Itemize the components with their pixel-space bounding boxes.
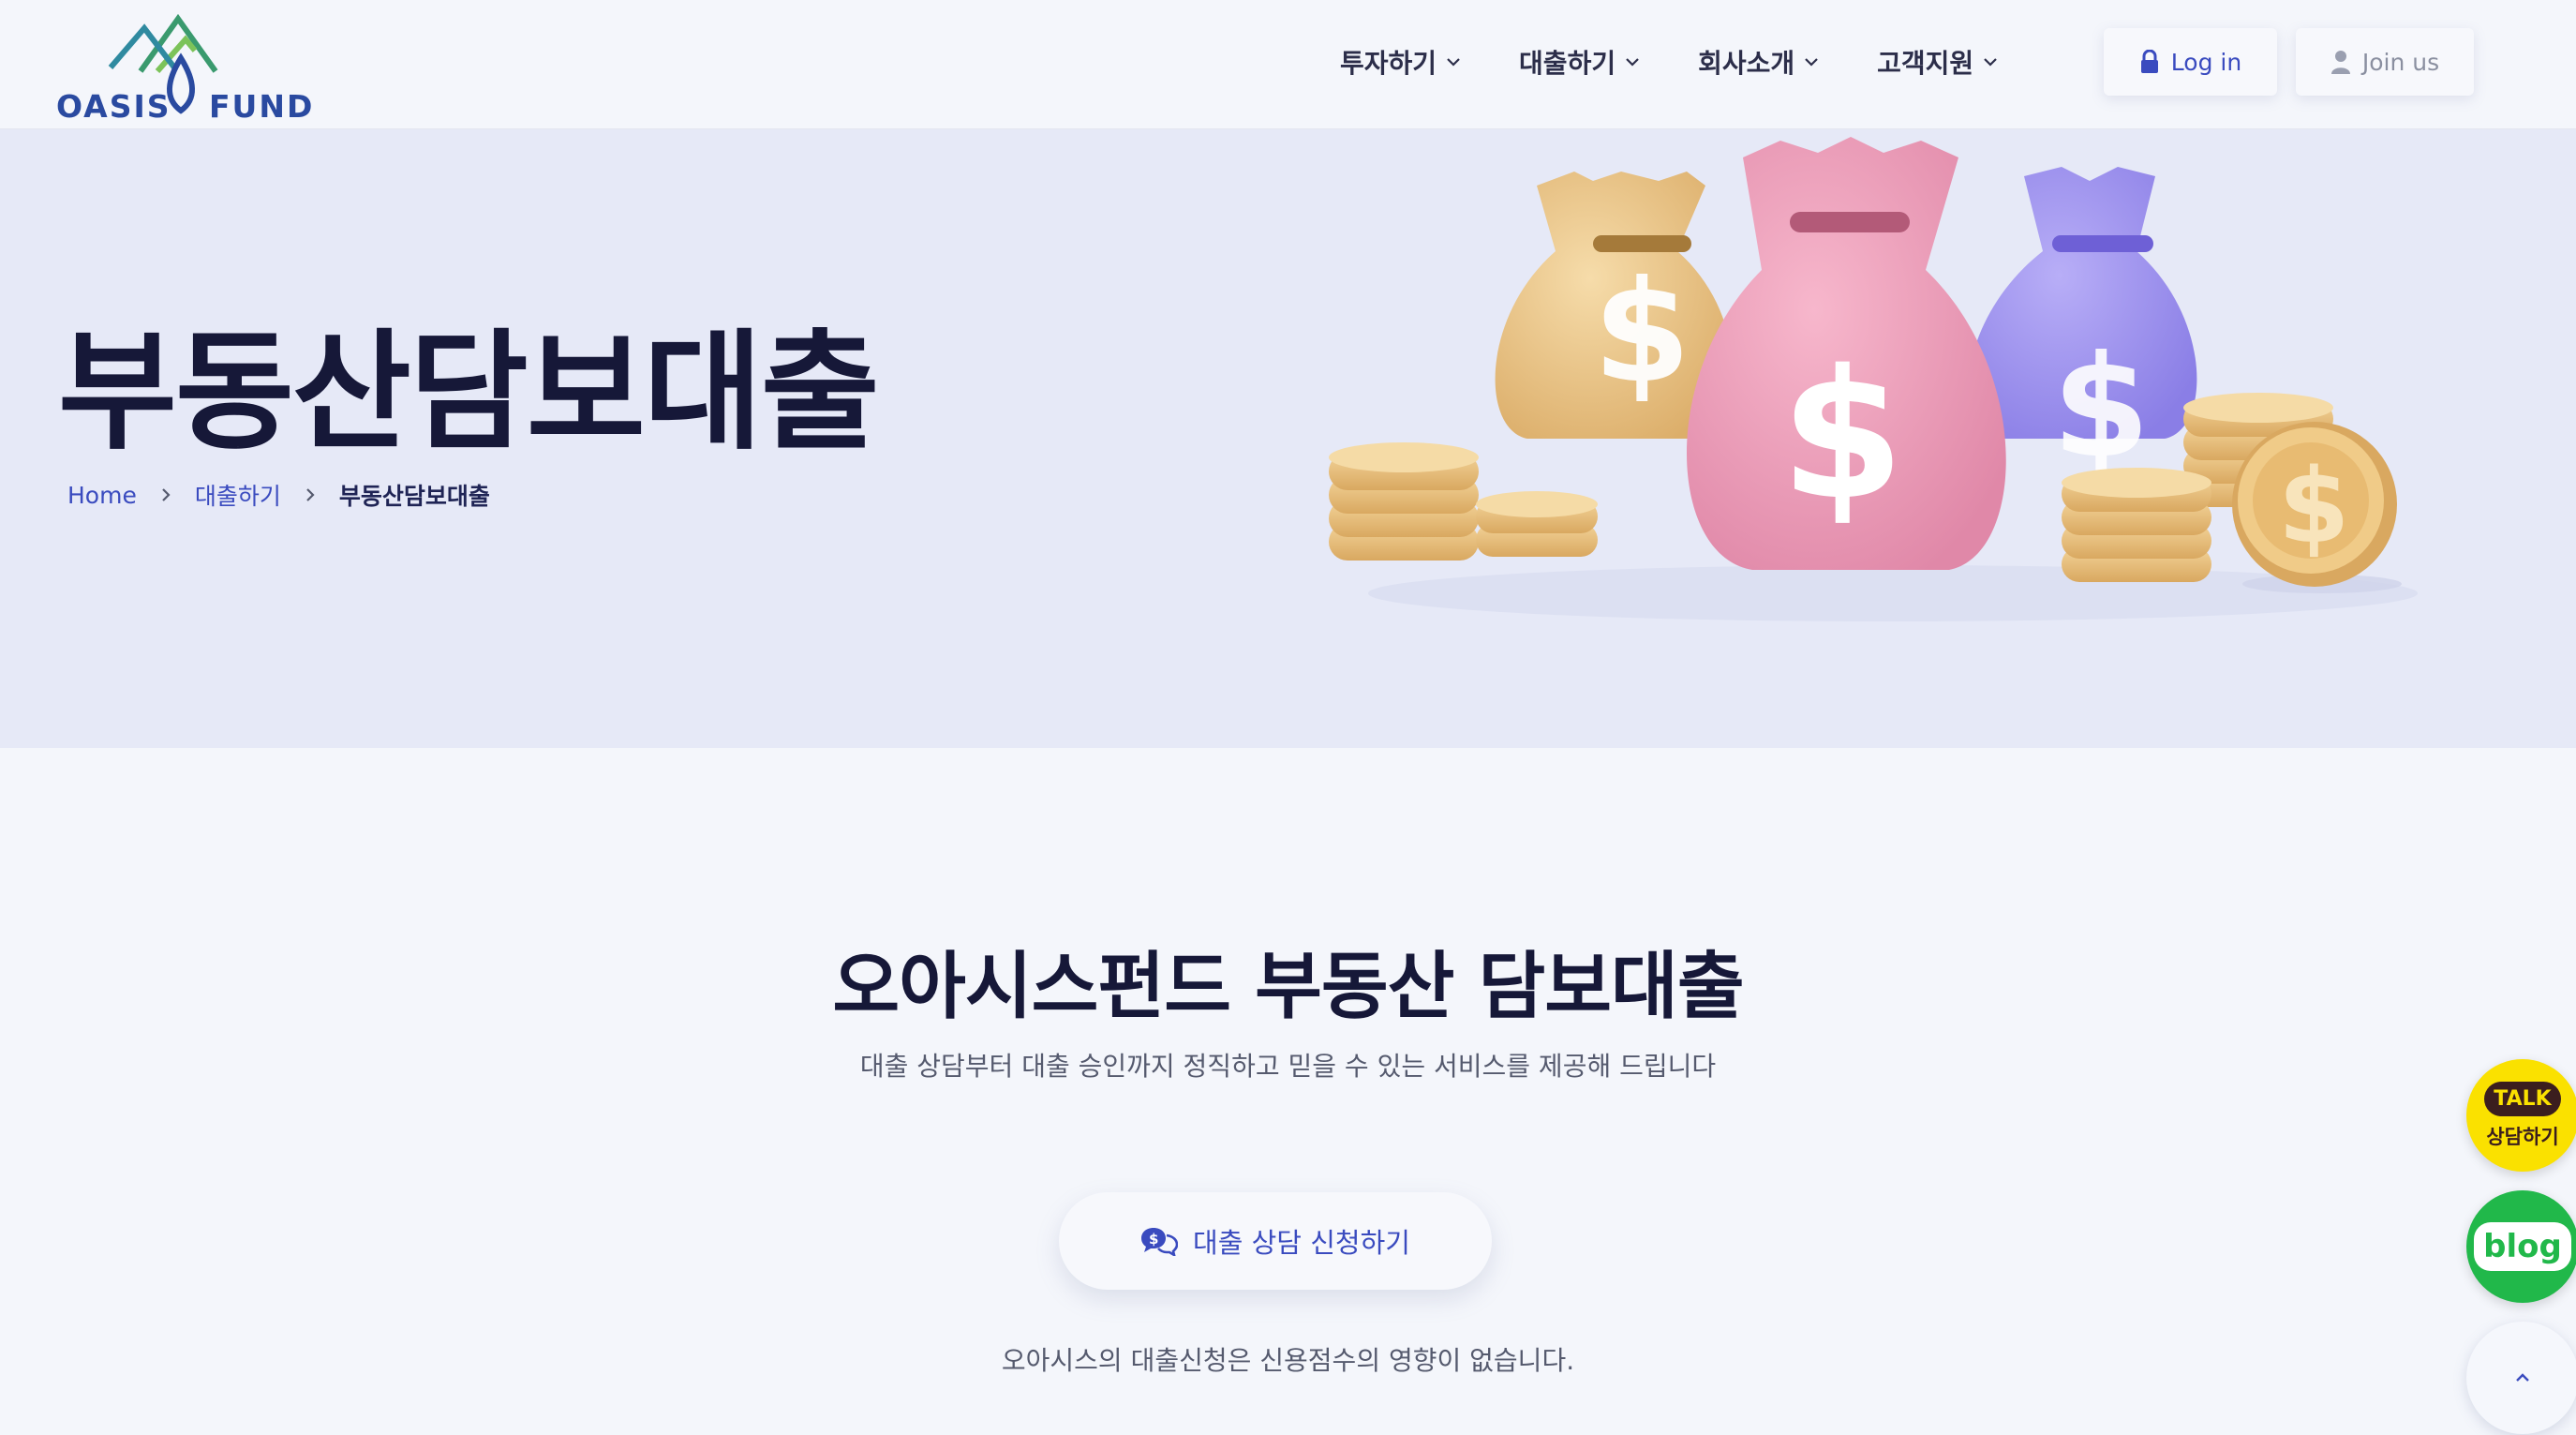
nav-item-label: 고객지원 (1877, 48, 1974, 79)
chevron-right-icon (306, 488, 315, 501)
nav-item-loan[interactable]: 대출하기 (1519, 41, 1642, 82)
breadcrumb-current: 부동산담보대출 (338, 483, 490, 510)
oasis-fund-logo[interactable]: OASIS FUND (54, 13, 312, 125)
shadow (1368, 565, 2418, 621)
section-title: 오아시스펀드 부동산 담보대출 (832, 945, 1744, 1029)
logo-text-fund: FUND (209, 88, 315, 125)
svg-text:$: $ (1780, 332, 1904, 539)
talk-label: 상담하기 (2486, 1125, 2559, 1148)
chevron-down-icon (1984, 58, 1997, 67)
blog-button[interactable]: blog (2466, 1190, 2576, 1303)
chevron-down-icon (1626, 58, 1639, 67)
svg-text:$: $ (1149, 1231, 1158, 1248)
nav-item-label: 대출하기 (1519, 48, 1616, 79)
kakao-talk-button[interactable]: TALK 상담하기 (2466, 1059, 2576, 1172)
svg-text:$: $ (2052, 326, 2150, 489)
lock-icon (2140, 50, 2158, 73)
login-label: Log in (2170, 48, 2242, 76)
main-nav: 투자하기 대출하기 회사소개 고객지원 (1340, 41, 2000, 82)
breadcrumb: Home 대출하기 부동산담보대출 (67, 478, 490, 512)
dollar-coin: $ (2232, 422, 2402, 593)
blog-label: blog (2474, 1222, 2571, 1271)
nav-item-label: 회사소개 (1698, 48, 1795, 79)
chevron-up-icon (2516, 1373, 2529, 1382)
chevron-down-icon (1805, 58, 1818, 67)
section-subtitle: 대출 상담부터 대출 승인까지 정직하고 믿을 수 있는 서비스를 제공해 드립… (859, 1051, 1717, 1082)
cta-label: 대출 상담 신청하기 (1193, 1227, 1410, 1259)
credit-score-note: 오아시스의 대출신청은 신용점수의 영향이 없습니다. (1001, 1345, 1575, 1376)
nav-item-about[interactable]: 회사소개 (1698, 41, 1821, 82)
loan-consult-button[interactable]: $ 대출 상담 신청하기 (1059, 1192, 1492, 1290)
page-title: 부동산담보대출 (58, 317, 880, 468)
scroll-top-button[interactable] (2466, 1322, 2576, 1434)
join-button[interactable]: Join us (2296, 28, 2474, 96)
nav-item-label: 투자하기 (1340, 48, 1437, 79)
nav-item-support[interactable]: 고객지원 (1877, 41, 2000, 82)
coin-stack-left (1329, 442, 1598, 561)
money-bags-illustration: $ $ $ $ (1329, 137, 2418, 621)
login-button[interactable]: Log in (2104, 28, 2277, 96)
join-label: Join us (2361, 48, 2440, 76)
site-header: OASIS FUND 투자하기 대출하기 회사소개 고객지원 Log in Jo… (0, 0, 2576, 129)
pink-money-bag: $ (1687, 137, 2006, 570)
nav-item-invest[interactable]: 투자하기 (1340, 41, 1463, 82)
svg-text:$: $ (2278, 446, 2350, 566)
talk-bubble: TALK (2484, 1081, 2561, 1116)
chevron-down-icon (1447, 58, 1460, 67)
svg-text:$: $ (1593, 251, 1690, 414)
logo-text-oasis: OASIS (56, 88, 171, 125)
user-icon (2330, 51, 2350, 74)
breadcrumb-home[interactable]: Home (67, 482, 137, 509)
chevron-right-icon (162, 488, 171, 501)
breadcrumb-loan[interactable]: 대출하기 (195, 478, 281, 512)
chat-dollar-icon: $ (1141, 1228, 1179, 1256)
